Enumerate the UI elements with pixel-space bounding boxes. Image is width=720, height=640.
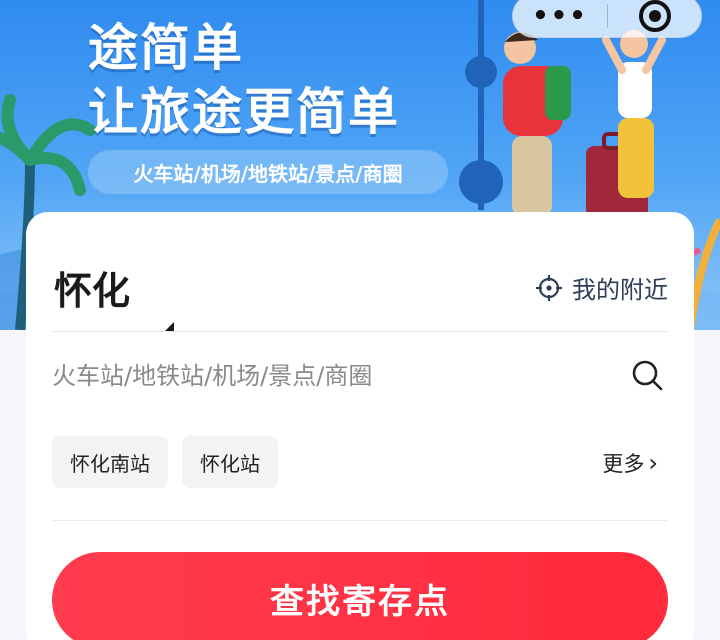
- city-row: 怀化 我的附近: [52, 242, 668, 332]
- close-miniprogram-button[interactable]: [608, 0, 701, 37]
- section-divider: [52, 520, 668, 521]
- banner-tag-pill: 火车站/机场/地铁站/景点/商圈: [88, 150, 448, 194]
- target-close-icon: [638, 0, 671, 32]
- more-label: 更多: [602, 452, 645, 476]
- chip-huaihua-south[interactable]: 怀化南站: [52, 436, 168, 488]
- banner-title: 途简单: [88, 19, 244, 77]
- chip-huaihua[interactable]: 怀化站: [182, 436, 278, 488]
- nearby-label: 我的附近: [572, 276, 668, 304]
- more-dots-icon[interactable]: •••: [513, 0, 607, 37]
- quick-station-chips: 怀化南站 怀化站: [52, 436, 292, 488]
- location-crosshair-icon: [536, 274, 562, 301]
- search-row: [52, 338, 668, 412]
- chevron-right-icon: ›: [648, 449, 658, 477]
- search-card: 怀化 我的附近 怀化南站 怀化站 更多 › 查找寄存点: [26, 212, 694, 640]
- find-storage-button[interactable]: 查找寄存点: [52, 552, 668, 640]
- nearby-button[interactable]: 我的附近: [536, 270, 668, 305]
- search-input[interactable]: [52, 352, 612, 400]
- city-dropdown-caret-icon[interactable]: [165, 322, 174, 331]
- search-icon[interactable]: [630, 358, 664, 392]
- city-selector[interactable]: 怀化: [54, 260, 130, 315]
- more-stations-link[interactable]: 更多 ›: [602, 448, 658, 478]
- miniprogram-menu-capsule: •••: [512, 0, 702, 38]
- banner-slogan: 让旅途更简单: [88, 83, 400, 141]
